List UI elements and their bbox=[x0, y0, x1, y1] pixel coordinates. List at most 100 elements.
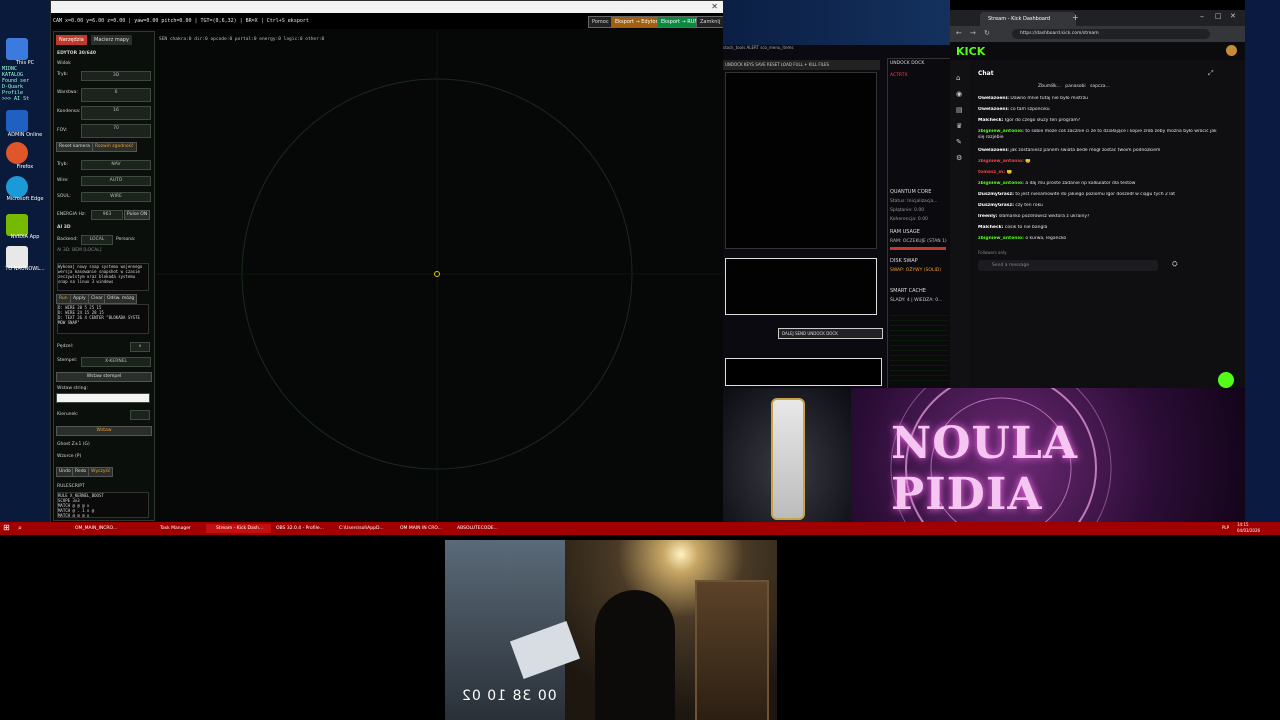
export-editor-button[interactable]: Eksport → Edytor bbox=[611, 16, 662, 28]
tools-icon[interactable]: ✎ bbox=[956, 138, 962, 146]
camera-readout: CAM x=0.00 y=6.00 z=0.00 | yaw=0.00 pitc… bbox=[53, 18, 309, 24]
energy-label: ENERGIA Hz: bbox=[57, 212, 86, 217]
search-icon[interactable]: ⌕ bbox=[18, 524, 22, 533]
gifter-3[interactable]: sapcza... bbox=[1090, 84, 1110, 89]
address-bar[interactable]: https://dashboard.kick.com/stream bbox=[1012, 29, 1210, 39]
help-bubble-icon[interactable] bbox=[1218, 372, 1234, 388]
back-icon[interactable]: ← bbox=[956, 29, 962, 37]
minimize-icon[interactable]: – bbox=[1200, 12, 1204, 21]
desktop-icon-label: TO NAUNOWL... bbox=[5, 266, 45, 272]
pulse-toggle[interactable]: Pulse ON bbox=[124, 210, 151, 220]
close-button[interactable]: Zamknij bbox=[696, 16, 725, 28]
chat-message: zbigniew_antonio: to sobie może coś zacz… bbox=[978, 129, 1217, 140]
chat-input[interactable]: Send a message bbox=[978, 260, 1158, 271]
broadcast-icon[interactable]: ◉ bbox=[956, 90, 962, 98]
webcam-feed: 00 38 10 02 bbox=[445, 540, 777, 720]
new-tab-icon[interactable]: + bbox=[1072, 13, 1079, 22]
gifter-2[interactable]: panasobi bbox=[1065, 84, 1085, 89]
direction-select[interactable] bbox=[130, 410, 150, 420]
tab-tools[interactable]: Narzędzia bbox=[56, 35, 87, 45]
section-label: Widok bbox=[57, 61, 71, 66]
taskbar-item[interactable]: Stream - Kick Dash... bbox=[206, 524, 271, 533]
clock-time[interactable]: 14:15 bbox=[1237, 522, 1249, 527]
log-stream bbox=[890, 311, 948, 381]
edge-icon[interactable] bbox=[6, 176, 28, 198]
insert-button[interactable]: Wstaw bbox=[56, 426, 152, 436]
editor-titlebar: ✕ bbox=[51, 1, 724, 13]
ai-apply-button[interactable]: Apply bbox=[70, 294, 89, 304]
chat-header: Chat ⤢ bbox=[972, 66, 1222, 82]
chat-message: zbigniew_antonio: a daj mu proste zadani… bbox=[978, 181, 1136, 186]
start-icon[interactable]: ⊞ bbox=[3, 523, 10, 532]
condense-slider[interactable]: 16 bbox=[81, 106, 151, 120]
taskbar-item[interactable]: OBS 32.0.4 - Profile... bbox=[266, 524, 334, 533]
tab-kick-dashboard[interactable]: Stream - Kick Dashboard bbox=[980, 12, 1076, 26]
taskbar-item[interactable]: Task Manager bbox=[150, 524, 205, 533]
nav-mode-select[interactable]: NAV bbox=[81, 160, 151, 170]
firefox-icon[interactable] bbox=[6, 142, 28, 164]
reset-camera-button[interactable]: Reset kamera bbox=[56, 142, 94, 152]
kick-logo[interactable]: KICK bbox=[956, 45, 985, 58]
reload-icon[interactable]: ↻ bbox=[984, 29, 990, 37]
taskbar-item[interactable]: OM_MAIN_INCRO... bbox=[65, 524, 135, 533]
close-icon[interactable]: ✕ bbox=[711, 2, 718, 11]
ai-run-button[interactable]: Run bbox=[56, 294, 71, 304]
stamp-label: Stempel: bbox=[57, 358, 78, 363]
viewport-canvas[interactable] bbox=[157, 31, 722, 519]
insert-stamp-button[interactable]: Wstaw stempel bbox=[56, 372, 152, 382]
taskbar-item[interactable]: C:\Users\sol\AppD... bbox=[329, 524, 394, 533]
clear-button[interactable]: Wyczyść bbox=[88, 467, 114, 477]
chat-message: Malcheck: cosik to nie bangla bbox=[978, 225, 1048, 230]
insert-string-input[interactable] bbox=[56, 393, 150, 403]
taskbar-item[interactable]: ABSOLUTECODE... bbox=[447, 524, 512, 533]
editor-window: ✕ CAM x=0.00 y=6.00 z=0.00 | yaw=0.00 pi… bbox=[50, 0, 725, 524]
gift-icon[interactable]: ⛭ bbox=[1172, 260, 1178, 269]
patterns-checkbox[interactable]: Wzorce (P) bbox=[57, 454, 81, 459]
maximize-icon[interactable]: □ bbox=[1215, 12, 1222, 20]
fov-slider[interactable]: 70 bbox=[81, 124, 151, 138]
this-pc-icon[interactable] bbox=[6, 38, 28, 60]
help-button[interactable]: Pomoc bbox=[588, 16, 613, 28]
browser-tabbar: Stream - Kick Dashboard + – □ ✕ bbox=[950, 10, 1245, 26]
redo-button[interactable]: Redo bbox=[72, 467, 90, 477]
trophy-icon[interactable]: ♛ bbox=[956, 122, 962, 130]
admin-online-icon[interactable] bbox=[6, 110, 28, 132]
ai-output: D: WIRE 20 5 25 15 D: WIRE 24 15 28 15 D… bbox=[57, 304, 149, 334]
taskbar-item[interactable]: OM MAIN IN CRO... bbox=[390, 524, 450, 533]
brush-input[interactable]: x bbox=[130, 342, 150, 352]
expand-compat-button[interactable]: Rozwiń zgodność bbox=[92, 142, 137, 152]
chat-message: Owelazoeni: jak zostaniesz panem świata … bbox=[978, 148, 1161, 153]
mode-select[interactable]: 3D bbox=[81, 71, 151, 81]
home-icon[interactable]: ⌂ bbox=[956, 74, 960, 82]
wire-select[interactable]: AUTO bbox=[81, 176, 151, 186]
app-toolbar[interactable]: UNDOCK KEYS SAVE RESET LOAD FULL + KILL … bbox=[723, 60, 880, 70]
ghost-checkbox[interactable]: Ghost Z±1 (G) bbox=[57, 442, 90, 447]
soul-label: SOUL: bbox=[57, 194, 71, 199]
ai-prompt-textarea[interactable]: Wykonaj nowy snap systemu wojennego wers… bbox=[57, 263, 149, 291]
chat-message: Malcheck: Igor do czego służy ten progra… bbox=[978, 118, 1081, 123]
ai-section-label: AI 3D bbox=[57, 225, 71, 230]
ai-refresh-button[interactable]: Odśw. mózg bbox=[104, 294, 138, 304]
desktop-icon-label: Microsoft Edge bbox=[6, 196, 44, 202]
clock-date[interactable]: 04/03/2026 bbox=[1237, 528, 1260, 533]
dock-buttons[interactable]: DALEJ SEND UNDOCK DOCK bbox=[778, 328, 883, 339]
folder-icon[interactable] bbox=[6, 246, 28, 268]
popout-icon[interactable]: ⤢ bbox=[1208, 69, 1214, 78]
forward-icon[interactable]: → bbox=[970, 29, 976, 37]
close-icon[interactable]: ✕ bbox=[1230, 12, 1236, 20]
stamp-select[interactable]: X-KERNEL bbox=[81, 357, 151, 367]
rulescript-editor[interactable]: RULE X_KERNEL_BOOST SCOPE 3x3 MATCH @ @ … bbox=[57, 492, 149, 518]
monitor-panel-sub: ACTRTX bbox=[890, 73, 908, 78]
settings-icon[interactable]: ⚙ bbox=[956, 154, 962, 162]
gifter-1[interactable]: Zbum8k... bbox=[1038, 84, 1061, 89]
layer-slider[interactable]: 6 bbox=[81, 88, 151, 102]
energy-input[interactable]: 963 bbox=[91, 210, 123, 220]
nvidia-app-icon[interactable] bbox=[6, 214, 28, 236]
ai-backend-select[interactable]: LOCAL bbox=[81, 235, 113, 245]
avatar[interactable] bbox=[1226, 45, 1237, 56]
stats-icon[interactable]: ▤ bbox=[956, 106, 963, 114]
tab-map-matrix[interactable]: Macierz mapy bbox=[91, 35, 132, 45]
soul-select[interactable]: WIRE bbox=[81, 192, 151, 202]
cache-status: ŚLADY: 4 | WIEDZA: 0... bbox=[890, 298, 943, 303]
language-indicator[interactable]: PLP bbox=[1222, 525, 1229, 530]
